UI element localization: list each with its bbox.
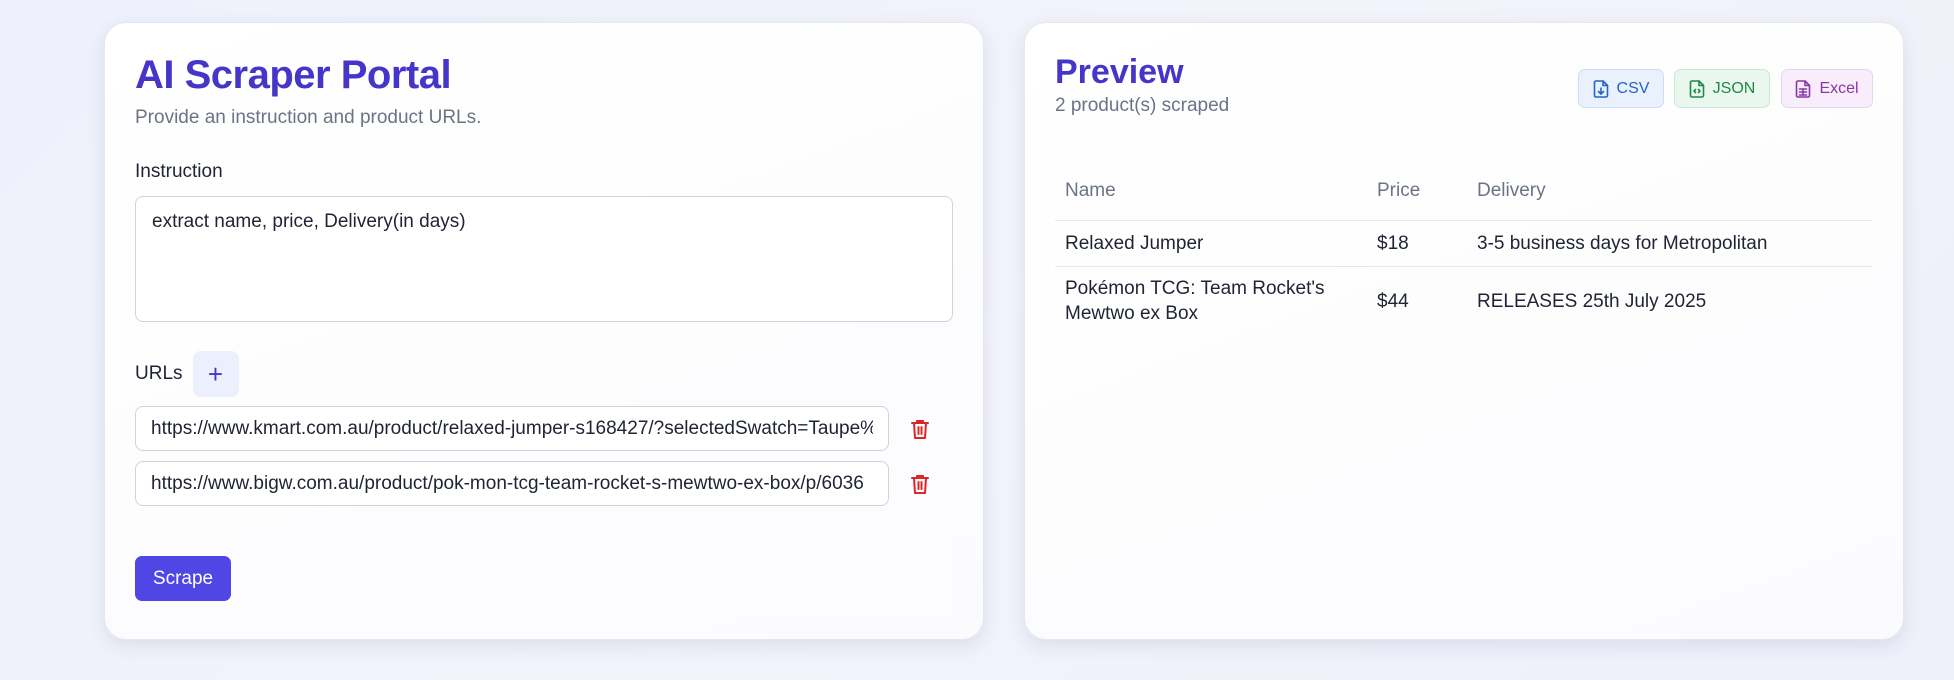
column-header-delivery: Delivery (1477, 180, 1546, 202)
export-json-label: JSON (1712, 79, 1756, 97)
results-table: Name Price Delivery Relaxed Jumper $18 3… (1055, 163, 1873, 336)
scraper-form-card: AI Scraper Portal Provide an instruction… (104, 22, 984, 640)
file-code-icon (1689, 79, 1704, 98)
delete-url-button[interactable] (905, 414, 935, 444)
urls-header: URLs + (135, 351, 239, 397)
export-excel-button[interactable]: Excel (1781, 69, 1873, 108)
trash-icon (911, 420, 929, 439)
app-title: AI Scraper Portal (135, 53, 452, 97)
url-input[interactable] (135, 406, 889, 451)
cell-price: $44 (1367, 265, 1467, 336)
cell-price: $18 (1367, 219, 1467, 266)
column-header-price: Price (1377, 180, 1421, 202)
urls-label: URLs (135, 363, 183, 384)
table-row: Relaxed Jumper $18 3-5 business days for… (1055, 219, 1873, 266)
export-json-button[interactable]: JSON (1674, 69, 1770, 108)
url-input[interactable] (135, 461, 889, 506)
scraped-count: 2 product(s) scraped (1055, 95, 1230, 116)
trash-icon (911, 475, 929, 494)
cell-name: Relaxed Jumper (1055, 219, 1367, 266)
column-header-name: Name (1065, 180, 1116, 202)
table-header-row: Name Price Delivery (1055, 163, 1873, 220)
file-download-icon (1593, 79, 1608, 98)
export-excel-label: Excel (1819, 79, 1859, 97)
export-csv-label: CSV (1616, 79, 1650, 97)
delete-url-button[interactable] (905, 469, 935, 499)
file-spreadsheet-icon (1796, 79, 1811, 98)
preview-card: Preview 2 product(s) scraped CSV JSON Ex… (1024, 22, 1904, 640)
instruction-textarea[interactable]: extract name, price, Delivery(in days) (135, 196, 953, 322)
cell-delivery: RELEASES 25th July 2025 (1467, 265, 1873, 336)
table-row: Pokémon TCG: Team Rocket's Mewtwo ex Box… (1055, 265, 1873, 336)
app-subtitle: Provide an instruction and product URLs. (135, 107, 482, 128)
add-url-button[interactable]: + (192, 351, 239, 397)
preview-title: Preview (1055, 53, 1184, 91)
cell-name: Pokémon TCG: Team Rocket's Mewtwo ex Box (1055, 265, 1367, 336)
export-csv-button[interactable]: CSV (1578, 69, 1664, 108)
cell-delivery: 3-5 business days for Metropolitan (1467, 219, 1873, 266)
scrape-action-area (135, 536, 953, 616)
scrape-button[interactable]: Scrape (135, 556, 231, 601)
instruction-label: Instruction (135, 161, 223, 182)
